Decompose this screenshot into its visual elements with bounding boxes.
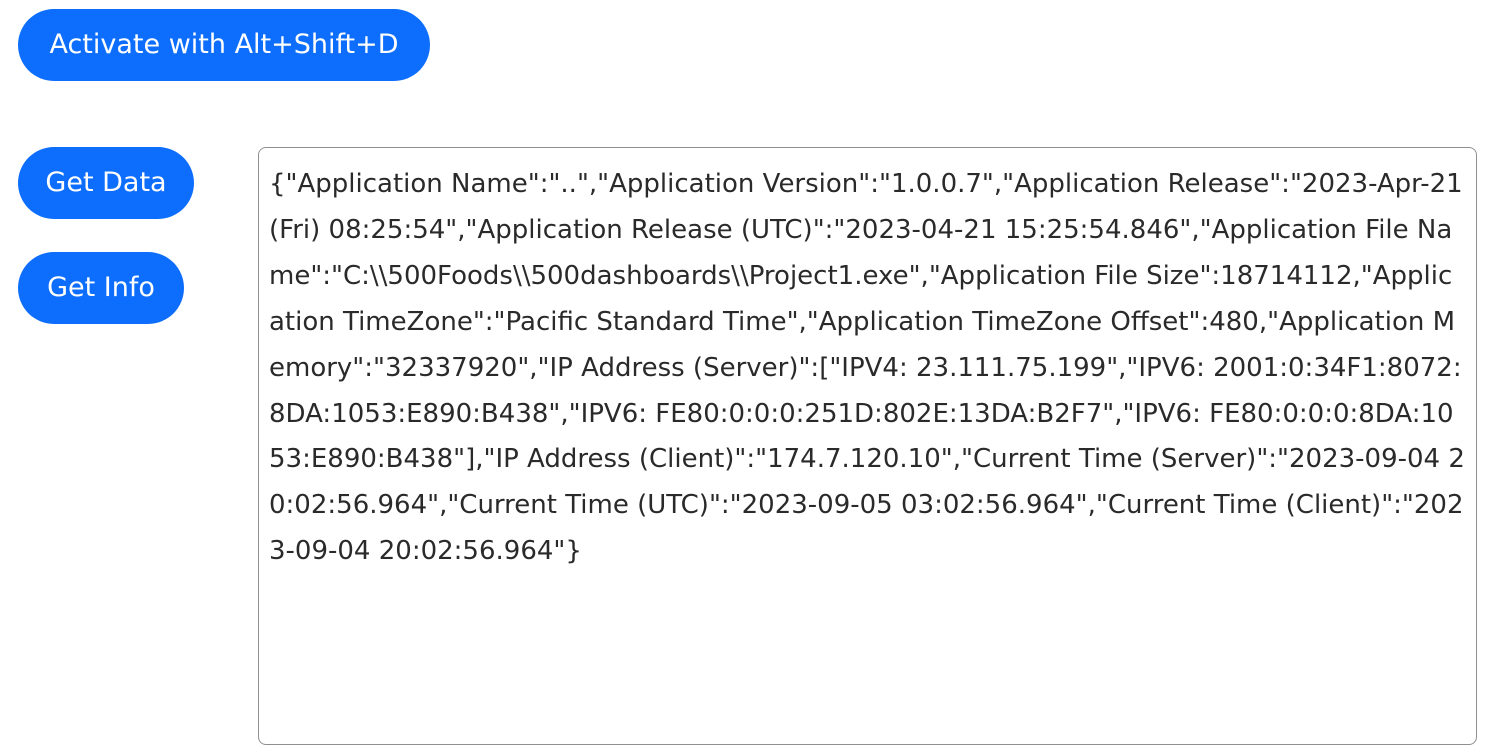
- get-info-button[interactable]: Get Info: [18, 252, 184, 324]
- activate-button[interactable]: Activate with Alt+Shift+D: [18, 9, 430, 81]
- output-textarea[interactable]: {"Application Name":"..","Application Ve…: [258, 147, 1477, 745]
- page: Activate with Alt+Shift+D Get Data Get I…: [0, 0, 1489, 755]
- get-data-button[interactable]: Get Data: [18, 147, 194, 219]
